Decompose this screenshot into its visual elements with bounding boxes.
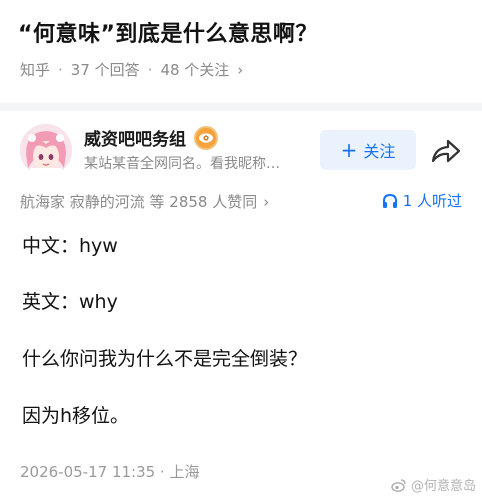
source-label[interactable]: 知乎 xyxy=(20,59,50,80)
author-bio: 某站某音全网同名。看我昵称… xyxy=(84,156,280,172)
meta-separator: · xyxy=(58,60,63,79)
follow-button[interactable]: + 关注 xyxy=(320,130,416,170)
approval-stats[interactable]: 航海家 寂静的河流 等 2858 人赞同 › xyxy=(20,191,269,212)
follower-count[interactable]: 48 个关注 xyxy=(160,59,229,80)
follow-label: 关注 xyxy=(363,142,396,161)
answer-count[interactable]: 37 个回答 xyxy=(71,59,140,80)
author-name[interactable]: 威资吧吧务组 xyxy=(84,125,218,150)
answer-line: 因为h移位。 xyxy=(22,405,130,427)
answer-line: 英文：why xyxy=(22,291,118,313)
share-icon[interactable] xyxy=(430,137,462,165)
plus-icon: + xyxy=(340,138,358,162)
chevron-right-icon: › xyxy=(263,192,270,211)
listen-label: 1 人听过 xyxy=(402,192,462,210)
question-title[interactable]: “何意味”到底是什么意思啊？ xyxy=(18,16,318,48)
headphones-icon xyxy=(382,193,397,208)
post-timestamp: 2026-05-17 11:35 · 上海 xyxy=(20,463,200,481)
answer-line: 中文：hyw xyxy=(22,235,118,257)
watermark-text: @何意意岛 xyxy=(410,479,476,494)
avatar[interactable] xyxy=(20,124,72,176)
listen-count[interactable]: 1 人听过 xyxy=(382,190,462,211)
chevron-right-icon[interactable]: › xyxy=(237,61,243,79)
answer-line: 什么你问我为什么不是完全倒装？ xyxy=(22,348,308,370)
section-divider xyxy=(0,103,482,111)
meta-separator: · xyxy=(147,60,153,79)
weibo-icon xyxy=(391,478,406,492)
eye-badge-icon xyxy=(194,125,218,150)
approval-text: 航海家 寂静的河流 等 2858 人赞同 xyxy=(20,193,258,211)
question-meta: 知乎 · 37 个回答 · 48 个关注 › xyxy=(20,59,243,80)
watermark: @何意意岛 xyxy=(391,475,476,494)
author-name-text[interactable]: 威资吧吧务组 xyxy=(84,125,186,150)
